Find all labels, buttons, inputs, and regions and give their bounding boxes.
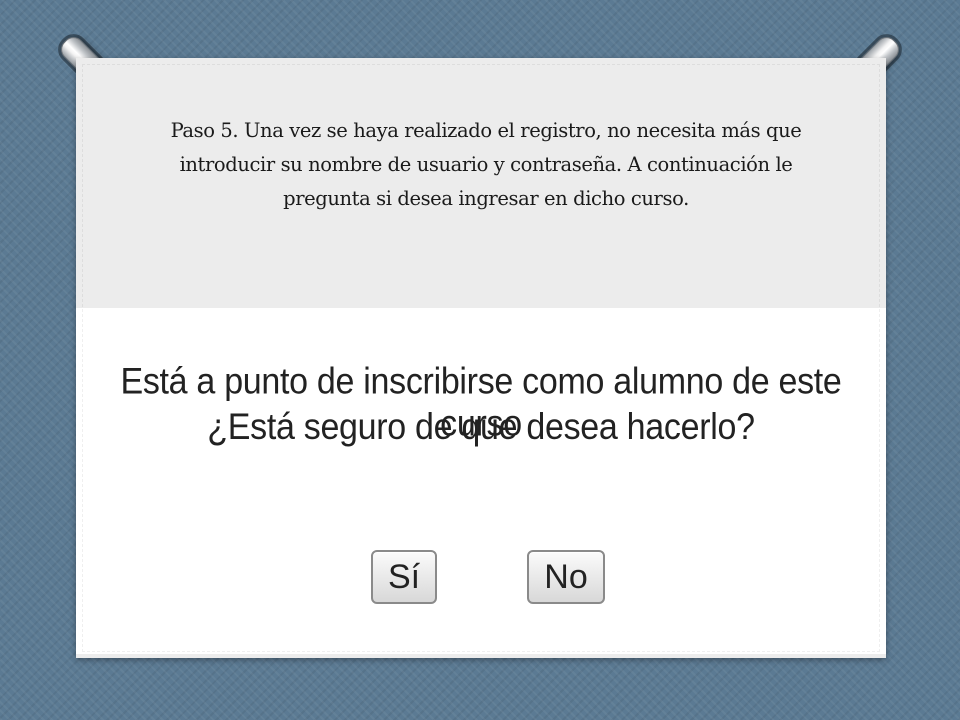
no-button[interactable]: No [527, 550, 605, 604]
yes-button[interactable]: Sí [371, 550, 437, 604]
slide-instruction-text: Paso 5. Una vez se haya realizado el reg… [170, 119, 802, 210]
slide-card: Paso 5. Una vez se haya realizado el reg… [76, 58, 886, 658]
dialog-question: ¿Está seguro de que desea hacerlo? [207, 406, 755, 448]
enrollment-confirmation-dialog: Está a punto de inscribirse como alumno … [76, 308, 886, 654]
